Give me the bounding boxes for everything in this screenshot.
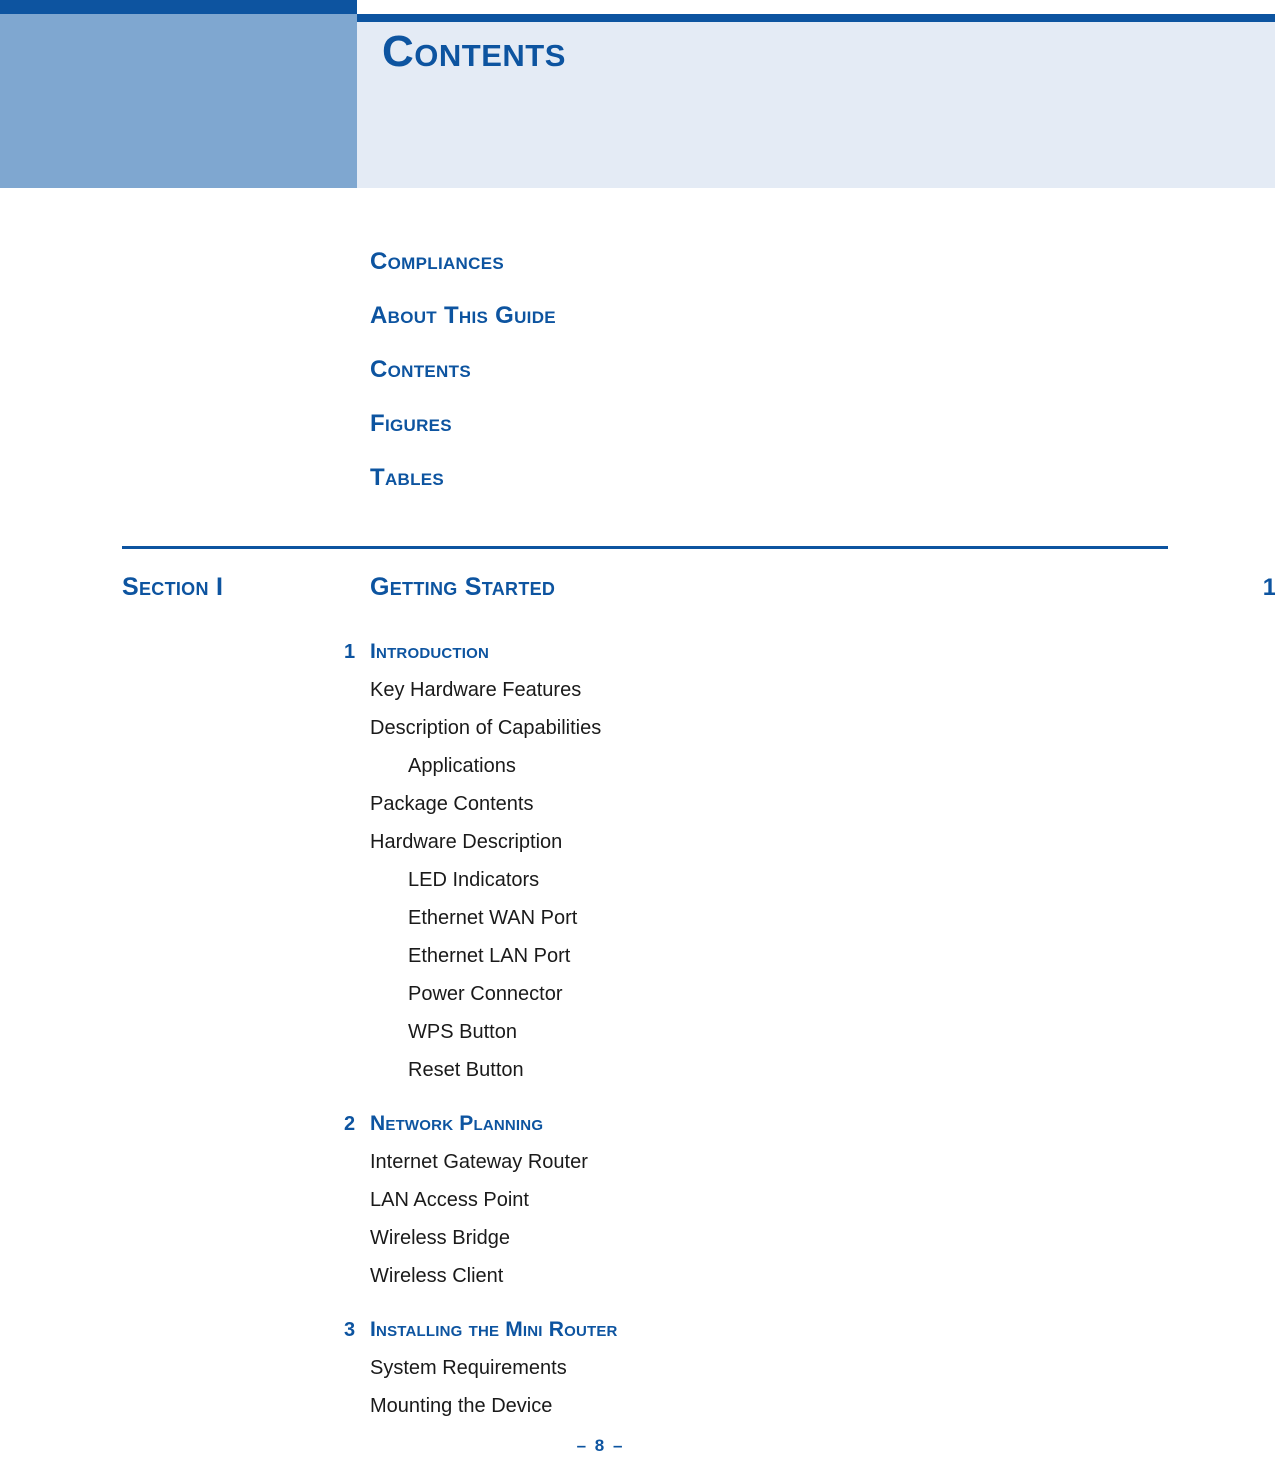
toc-entry-page: 15 xyxy=(1262,574,1275,601)
toc-entry-label: LAN Access Point xyxy=(370,1189,529,1211)
toc-entry-level2[interactable]: Reset Button 21 xyxy=(0,1044,1275,1082)
toc-entry-level2[interactable]: Ethernet LAN Port 21 xyxy=(0,930,1275,968)
chapter-number: 3 xyxy=(344,1319,356,1341)
toc-entry-label: Applications xyxy=(408,755,516,777)
toc-entry-level2[interactable]: Power Connector 21 xyxy=(0,968,1275,1006)
section-rule-wrapper xyxy=(0,526,1275,558)
toc-entry-label: Figures xyxy=(370,410,452,437)
toc-entry-level2[interactable]: WPS Button 21 xyxy=(0,1006,1275,1044)
toc-entry-label: Introduction xyxy=(370,640,490,663)
toc-entry-label: Getting Started xyxy=(370,573,556,601)
toc-entry-label: Wireless Bridge xyxy=(370,1227,511,1249)
header-accent-bar-right xyxy=(357,14,1275,22)
toc-entry-level1[interactable]: LAN Access Point 23 xyxy=(0,1174,1275,1212)
chapter-number: 2 xyxy=(344,1113,356,1135)
toc-entry-level1[interactable]: Description of Capabilities 16 xyxy=(0,702,1275,740)
toc-entry-label: Network Planning xyxy=(370,1112,544,1135)
header-color-block-left xyxy=(0,14,357,188)
toc-entry-section[interactable]: Section I Getting Started 15 xyxy=(0,558,1275,602)
toc-entry-label: Mounting the Device xyxy=(370,1395,553,1417)
toc-entry-level1[interactable]: System Requirements 26 xyxy=(0,1342,1275,1380)
chapter-group: 1 Introduction 16 Key Hardware Features … xyxy=(0,624,1275,1082)
toc-entry-chapter[interactable]: 3 Installing the Mini Router 26 xyxy=(0,1302,1275,1342)
toc-entry-label: Installing the Mini Router xyxy=(370,1318,618,1341)
front-matter-group: Compliances 3 About This Guide 7 Content… xyxy=(0,222,1275,492)
section-divider-rule xyxy=(122,546,1168,549)
section-id-label: Section I xyxy=(122,573,224,601)
toc-entry-label: Internet Gateway Router xyxy=(370,1151,588,1173)
toc-entry-label: System Requirements xyxy=(370,1357,567,1379)
toc-entry-label: Power Connector xyxy=(408,983,563,1005)
toc-entry-label: Ethernet WAN Port xyxy=(408,907,578,929)
toc-entry-level1[interactable]: Mounting the Device 27 xyxy=(0,1380,1275,1418)
toc-entry-label: Package Contents xyxy=(370,793,534,815)
toc-entry-level1[interactable]: Hardware Description 18 xyxy=(0,816,1275,854)
toc-entry-chapter[interactable]: 1 Introduction 16 xyxy=(0,624,1275,664)
toc-entry-label: About This Guide xyxy=(370,302,556,329)
toc-entry-level1[interactable]: Wireless Bridge 24 xyxy=(0,1212,1275,1250)
chapter-group: 3 Installing the Mini Router 26 System R… xyxy=(0,1302,1275,1418)
toc-entry-label: Tables xyxy=(370,464,445,491)
toc-entry-label: Description of Capabilities xyxy=(370,717,602,739)
page-footer: – 8 – xyxy=(0,1436,1275,1456)
toc-entry-label: Hardware Description xyxy=(370,831,563,853)
toc-entry-level2[interactable]: Ethernet WAN Port 21 xyxy=(0,892,1275,930)
toc-entry-level2[interactable]: Applications 17 xyxy=(0,740,1275,778)
toc-entry-front-matter[interactable]: Contents 8 xyxy=(0,330,1275,384)
header-accent-bar-left xyxy=(0,0,357,14)
toc-entry-chapter[interactable]: 2 Network Planning 22 xyxy=(0,1096,1275,1136)
footer-page-number: – 8 – xyxy=(576,1436,625,1455)
toc-entry-level2[interactable]: LED Indicators 20 xyxy=(0,854,1275,892)
toc-entry-level1[interactable]: Internet Gateway Router 22 xyxy=(0,1136,1275,1174)
toc-entry-label: Ethernet LAN Port xyxy=(408,945,571,967)
toc-entry-front-matter[interactable]: Compliances 3 xyxy=(0,222,1275,276)
toc-entry-level1[interactable]: Package Contents 18 xyxy=(0,778,1275,816)
page-title: Contents xyxy=(382,27,566,76)
toc-entry-label: WPS Button xyxy=(408,1021,517,1043)
toc-entry-front-matter[interactable]: Figures 12 xyxy=(0,384,1275,438)
toc-entry-label: Compliances xyxy=(370,248,504,275)
toc-entry-front-matter[interactable]: About This Guide 7 xyxy=(0,276,1275,330)
chapter-group: 2 Network Planning 22 Internet Gateway R… xyxy=(0,1096,1275,1288)
toc-entry-label: Key Hardware Features xyxy=(370,679,582,701)
chapter-number: 1 xyxy=(344,641,356,663)
toc-entry-front-matter[interactable]: Tables 14 xyxy=(0,438,1275,492)
table-of-contents: Compliances 3 About This Guide 7 Content… xyxy=(0,188,1275,1418)
page-header-banner: Contents xyxy=(0,0,1275,188)
toc-entry-label: Contents xyxy=(370,356,471,383)
toc-entry-label: Wireless Client xyxy=(370,1265,504,1287)
toc-entry-label: Reset Button xyxy=(408,1059,524,1081)
toc-entry-level1[interactable]: Wireless Client 25 xyxy=(0,1250,1275,1288)
toc-entry-level1[interactable]: Key Hardware Features 16 xyxy=(0,664,1275,702)
toc-entry-label: LED Indicators xyxy=(408,869,540,891)
